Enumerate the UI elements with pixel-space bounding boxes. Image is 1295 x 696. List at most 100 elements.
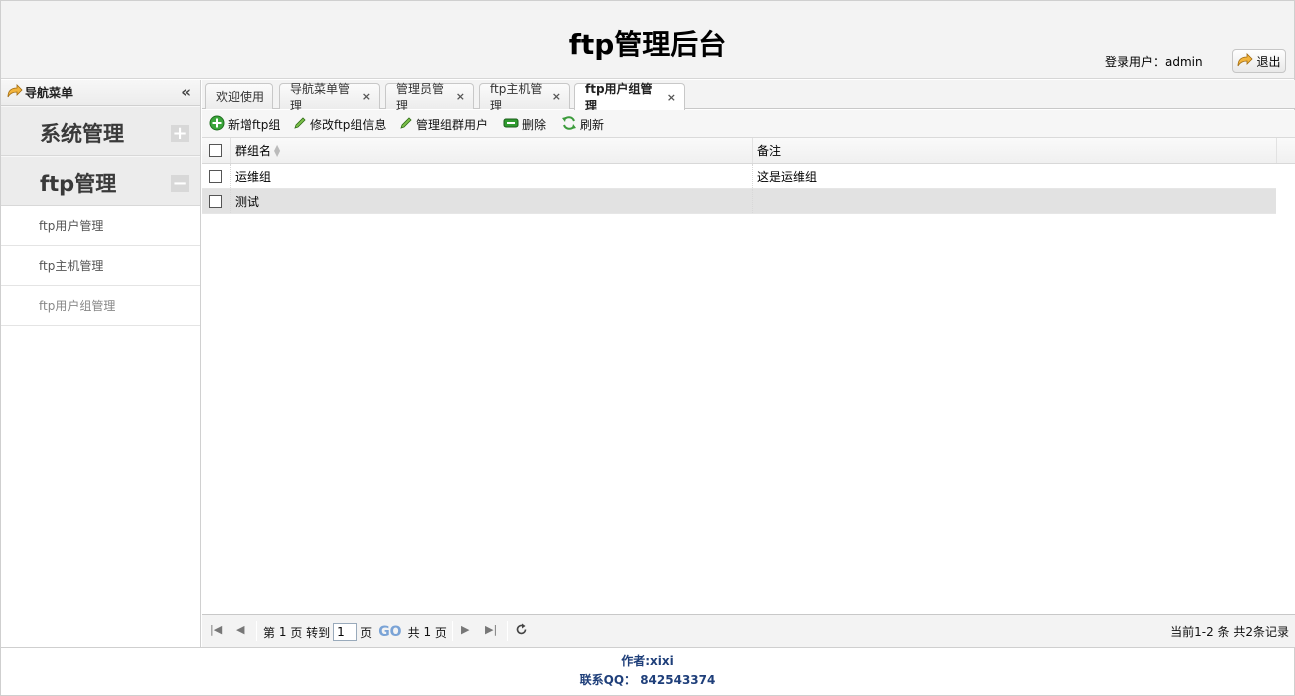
app-title: ftp管理后台 — [568, 28, 727, 61]
tab-label: ftp用户组管理 — [585, 82, 653, 113]
footer-author: 作者:xixi — [621, 654, 674, 668]
collapse-double-chevron-icon[interactable]: « — [181, 83, 191, 101]
total-suffix: 页 — [434, 625, 447, 640]
footer-contact: 联系QQ： 842543374 — [579, 673, 716, 687]
login-user-info: 登录用户：admin — [1105, 55, 1203, 69]
column-header-label: 群组名 — [235, 144, 272, 158]
collapse-minus-icon[interactable]: − — [170, 173, 190, 194]
sidebar-item-ftp-hosts[interactable]: ftp主机管理 — [1, 246, 200, 286]
add-group-button[interactable]: 新增ftp组 — [209, 115, 280, 133]
cell-note: 这是运维组 — [752, 164, 1276, 188]
tab-close-icon[interactable]: × — [667, 91, 676, 104]
delete-minus-icon — [503, 117, 519, 132]
tab-close-icon[interactable]: × — [362, 90, 371, 103]
app-window: ftp管理后台 登录用户：admin 退出 导航菜单 « 系统管理 + ftp管… — [0, 0, 1295, 696]
sidebar-item-label: ftp用户组管理 — [39, 299, 116, 313]
sidebar-header: 导航菜单 « — [1, 80, 200, 106]
edit-group-label: 修改ftp组信息 — [310, 117, 387, 132]
column-header-note[interactable]: 备注 — [752, 138, 1276, 163]
select-all-cell — [202, 138, 229, 163]
table-header: 群组名 ▲ ▼ 备注 — [202, 138, 1295, 164]
tab-label: 导航菜单管理 — [290, 81, 351, 113]
go-button[interactable]: GO — [378, 624, 401, 640]
section-label: 系统管理 — [40, 122, 124, 146]
main-panel: 欢迎使用 导航菜单管理 × 管理员管理 × ftp主机管理 × ftp用户组管理… — [202, 80, 1295, 647]
delete-label: 删除 — [522, 117, 547, 132]
row-checkbox-cell — [202, 189, 229, 213]
section-label: ftp管理 — [40, 172, 117, 196]
first-page-icon[interactable]: |◀ — [210, 623, 222, 636]
section-system-management[interactable]: 系统管理 + — [1, 106, 200, 156]
header: ftp管理后台 登录用户：admin 退出 — [1, 1, 1294, 79]
next-page-icon[interactable]: ▶ — [461, 623, 469, 636]
refresh-label: 刷新 — [580, 117, 605, 132]
refresh-icon — [561, 115, 577, 134]
cell-group-name: 测试 — [230, 189, 752, 213]
tab-bar: 欢迎使用 导航菜单管理 × 管理员管理 × ftp主机管理 × ftp用户组管理… — [202, 80, 1295, 113]
select-all-checkbox[interactable] — [209, 144, 222, 157]
pagination-bar: |◀ ◀ 第 1 页 转到 页 GO 共 1 页 ▶ ▶| 当前 — [202, 614, 1295, 647]
header-spacer — [1276, 138, 1295, 163]
goto-page-input[interactable] — [333, 623, 358, 641]
refresh-button[interactable]: 刷新 — [561, 115, 604, 133]
nav-menu-icon — [7, 84, 23, 101]
current-page: 1 — [278, 625, 287, 639]
record-summary: 当前1-2 条 共2条记录 — [1170, 625, 1289, 639]
footer: 作者:xixi 联系QQ： 842543374 — [1, 647, 1294, 695]
pager-divider — [507, 621, 508, 641]
manage-group-users-label: 管理组群用户 — [416, 117, 489, 132]
table-row[interactable]: 运维组 这是运维组 — [202, 164, 1276, 189]
column-header-label: 备注 — [757, 144, 782, 158]
edit-pencil-icon — [293, 116, 307, 133]
tab-label: 欢迎使用 — [216, 90, 265, 104]
add-group-label: 新增ftp组 — [228, 117, 281, 132]
page-suffix: 页 — [290, 625, 303, 640]
tab-nav-menu-management[interactable]: 导航菜单管理 × — [279, 82, 380, 113]
page-prefix: 第 — [263, 625, 276, 640]
tab-label: 管理员管理 — [396, 81, 445, 113]
sort-icon: ▲ ▼ — [274, 142, 281, 158]
goto-label: 转到 — [306, 625, 331, 640]
row-checkbox-cell — [202, 164, 229, 188]
reload-icon[interactable] — [515, 623, 528, 636]
tab-admin-management[interactable]: 管理员管理 × — [385, 82, 474, 113]
table-row[interactable]: 测试 — [202, 189, 1276, 214]
total-pages: 1 — [423, 625, 432, 639]
logout-arrow-icon — [1237, 52, 1254, 70]
goto-suffix: 页 — [360, 625, 373, 640]
sidebar-item-label: ftp用户管理 — [39, 219, 104, 233]
prev-page-icon[interactable]: ◀ — [236, 623, 244, 636]
tab-label: ftp主机管理 — [490, 81, 543, 113]
column-header-group-name[interactable]: 群组名 ▲ ▼ — [230, 138, 752, 163]
row-checkbox[interactable] — [209, 169, 222, 183]
group-table: 群组名 ▲ ▼ 备注 运维组 这是运维组 测试 — [202, 138, 1295, 614]
pager-divider — [256, 621, 257, 641]
sidebar-title: 导航菜单 — [25, 86, 74, 100]
section-ftp-management[interactable]: ftp管理 − — [1, 156, 200, 206]
pager-divider — [452, 621, 453, 641]
manage-group-users-button[interactable]: 管理组群用户 — [399, 115, 488, 133]
expand-plus-icon[interactable]: + — [170, 123, 190, 144]
tab-close-icon[interactable]: × — [456, 90, 465, 103]
total-prefix: 共 — [407, 625, 420, 640]
sidebar-item-ftp-groups[interactable]: ftp用户组管理 — [1, 286, 200, 326]
page-info: 第 1 页 转到 页 GO 共 1 页 — [263, 623, 447, 641]
edit-group-button[interactable]: 修改ftp组信息 — [293, 115, 386, 133]
sidebar-item-label: ftp主机管理 — [39, 259, 104, 273]
cell-group-name: 运维组 — [230, 164, 752, 188]
sidebar: 导航菜单 « 系统管理 + ftp管理 − ftp用户管理 ftp主机管理 ft… — [1, 80, 201, 647]
sidebar-item-ftp-users[interactable]: ftp用户管理 — [1, 206, 200, 246]
delete-button[interactable]: 删除 — [503, 115, 546, 133]
toolbar: 新增ftp组 修改ftp组信息 管理组群用户 删除 刷新 — [202, 110, 1295, 138]
last-page-icon[interactable]: ▶| — [485, 623, 497, 636]
logout-label: 退出 — [1256, 54, 1281, 69]
tab-welcome[interactable]: 欢迎使用 — [205, 83, 273, 109]
add-plus-icon — [209, 115, 225, 134]
tab-ftp-host-management[interactable]: ftp主机管理 × — [479, 82, 570, 113]
cell-note — [752, 189, 1276, 213]
manage-pencil-icon — [399, 116, 413, 133]
logout-button[interactable]: 退出 — [1232, 49, 1286, 73]
tab-close-icon[interactable]: × — [552, 90, 561, 103]
row-checkbox[interactable] — [209, 194, 222, 208]
tab-ftp-group-management[interactable]: ftp用户组管理 × — [574, 82, 685, 113]
